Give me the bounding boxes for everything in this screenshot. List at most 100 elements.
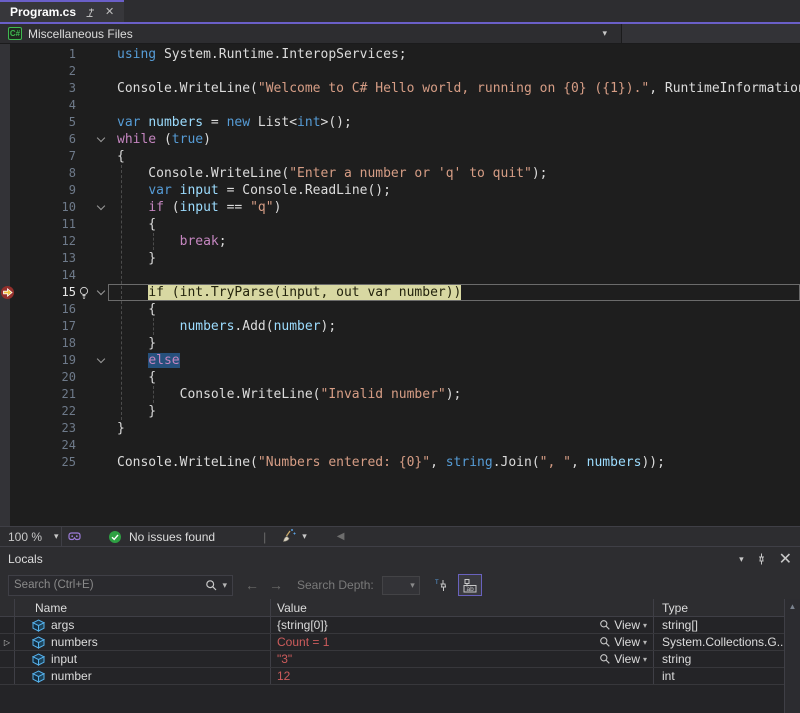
expander-icon[interactable]: ▷ <box>0 634 15 650</box>
document-health[interactable]: No issues found <box>108 530 215 544</box>
glyph-margin[interactable] <box>0 420 16 437</box>
glyph-margin[interactable] <box>0 267 16 284</box>
code-line[interactable]: 15 if (int.TryParse(input, out var numbe… <box>0 284 800 301</box>
pin-tab-icon[interactable] <box>85 7 96 18</box>
fold-chevron-icon[interactable] <box>97 287 105 295</box>
glyph-margin[interactable] <box>0 352 16 369</box>
glyph-margin[interactable] <box>0 114 16 131</box>
pin-values-button[interactable]: T <box>430 574 454 596</box>
search-depth-combo[interactable]: ▾ <box>382 576 420 595</box>
glyph-margin[interactable] <box>0 403 16 420</box>
code-line[interactable]: 6while (true) <box>0 131 800 148</box>
variable-value: Count = 1 <box>277 635 329 649</box>
code-line[interactable]: 14 <box>0 267 800 284</box>
search-input[interactable] <box>14 579 205 591</box>
close-tab-icon[interactable]: ✕ <box>105 7 114 18</box>
code-line[interactable]: 24 <box>0 437 800 454</box>
search-box[interactable]: ▾ <box>8 575 233 596</box>
locals-row-number[interactable]: number12int <box>0 668 800 685</box>
code-text: { <box>117 216 800 233</box>
variable-value-cell[interactable]: "3"View▾ <box>270 651 653 667</box>
locals-row-numbers[interactable]: ▷numbersCount = 1View▾System.Collections… <box>0 634 800 651</box>
previous-result-icon[interactable]: ← <box>245 577 259 593</box>
scroll-up-icon[interactable]: ▲ <box>789 602 797 611</box>
code-line[interactable]: 12 break; <box>0 233 800 250</box>
variable-value-cell[interactable]: 12 <box>270 668 653 684</box>
glyph-margin[interactable] <box>0 301 16 318</box>
glyph-margin[interactable] <box>0 148 16 165</box>
code-line[interactable]: 22 } <box>0 403 800 420</box>
glyph-margin[interactable] <box>0 182 16 199</box>
chevron-down-icon: ▾ <box>643 638 647 647</box>
code-line[interactable]: 20 { <box>0 369 800 386</box>
variable-value-cell[interactable]: Count = 1 View▾ <box>270 634 653 650</box>
copilot-icon[interactable] <box>67 530 82 543</box>
locals-row-args[interactable]: args{string[0]}View▾string[] <box>0 617 800 634</box>
code-line[interactable]: 16 { <box>0 301 800 318</box>
glyph-margin[interactable] <box>0 386 16 403</box>
code-line[interactable]: 5var numbers = new List<int>(); <box>0 114 800 131</box>
pin-panel-icon[interactable] <box>756 553 767 565</box>
glyph-margin[interactable] <box>0 233 16 250</box>
view-button[interactable]: View▾ <box>599 635 647 649</box>
code-line[interactable]: 19 else <box>0 352 800 369</box>
code-line[interactable]: 8 Console.WriteLine("Enter a number or '… <box>0 165 800 182</box>
variable-value-cell[interactable]: {string[0]}View▾ <box>270 617 653 633</box>
code-line[interactable]: 1using System.Runtime.InteropServices; <box>0 46 800 63</box>
fold-chevron-icon[interactable] <box>97 134 105 142</box>
text-visualizer-button[interactable]: ab <box>458 574 482 596</box>
code-line[interactable]: 7{ <box>0 148 800 165</box>
glyph-margin[interactable] <box>0 46 16 63</box>
separator: | <box>263 530 266 544</box>
window-position-icon[interactable]: ▾ <box>739 554 744 565</box>
glyph-margin[interactable] <box>0 318 16 335</box>
code-line[interactable]: 9 var input = Console.ReadLine(); <box>0 182 800 199</box>
tab-program-cs[interactable]: Program.cs ✕ <box>0 0 124 22</box>
project-dropdown[interactable]: C# Miscellaneous Files ▾ <box>0 24 622 43</box>
glyph-margin[interactable] <box>0 97 16 114</box>
view-button[interactable]: View▾ <box>599 652 647 666</box>
grid-scrollbar[interactable]: ▲ <box>784 599 800 713</box>
code-line[interactable]: 21 Console.WriteLine("Invalid number"); <box>0 386 800 403</box>
glyph-margin[interactable] <box>0 437 16 454</box>
svg-text:ab: ab <box>466 586 474 593</box>
code-line[interactable]: 25Console.WriteLine("Numbers entered: {0… <box>0 454 800 471</box>
code-line[interactable]: 13 } <box>0 250 800 267</box>
code-line[interactable]: 10 if (input == "q") <box>0 199 800 216</box>
fold-margin <box>76 335 117 352</box>
code-line[interactable]: 17 numbers.Add(number); <box>0 318 800 335</box>
glyph-margin[interactable] <box>0 335 16 352</box>
member-dropdown[interactable] <box>622 24 800 43</box>
locals-toolbar: ▾ ← → Search Depth: ▾ T <box>0 571 800 599</box>
code-line[interactable]: 11 { <box>0 216 800 233</box>
glyph-margin[interactable] <box>0 250 16 267</box>
search-options-icon[interactable]: ▾ <box>222 580 227 591</box>
code-cleanup-button[interactable]: ▾ <box>280 529 307 544</box>
code-line[interactable]: 23} <box>0 420 800 437</box>
glyph-margin[interactable] <box>0 216 16 233</box>
code-text <box>117 63 800 80</box>
view-button[interactable]: View▾ <box>599 618 647 632</box>
next-result-icon[interactable]: → <box>269 577 283 593</box>
glyph-margin[interactable] <box>0 454 16 471</box>
scroll-left-icon[interactable]: ◀ <box>337 531 345 542</box>
glyph-margin[interactable] <box>0 165 16 182</box>
search-icon <box>205 579 218 592</box>
glyph-margin[interactable] <box>0 199 16 216</box>
locals-row-input[interactable]: input"3"View▾string <box>0 651 800 668</box>
zoom-dropdown[interactable]: 100 % ▾ <box>0 527 62 546</box>
code-line[interactable]: 4 <box>0 97 800 114</box>
fold-chevron-icon[interactable] <box>97 202 105 210</box>
variable-name-cell: args <box>15 617 270 633</box>
glyph-margin[interactable] <box>0 369 16 386</box>
glyph-margin[interactable] <box>0 63 16 80</box>
glyph-margin[interactable] <box>0 80 16 97</box>
code-line[interactable]: 18 } <box>0 335 800 352</box>
close-panel-icon[interactable]: ✕ <box>779 549 792 569</box>
breakpoint-glyph[interactable] <box>0 284 16 301</box>
fold-chevron-icon[interactable] <box>97 355 105 363</box>
glyph-margin[interactable] <box>0 131 16 148</box>
code-line[interactable]: 3Console.WriteLine("Welcome to C# Hello … <box>0 80 800 97</box>
code-editor[interactable]: 1using System.Runtime.InteropServices;23… <box>0 44 800 526</box>
code-line[interactable]: 2 <box>0 63 800 80</box>
